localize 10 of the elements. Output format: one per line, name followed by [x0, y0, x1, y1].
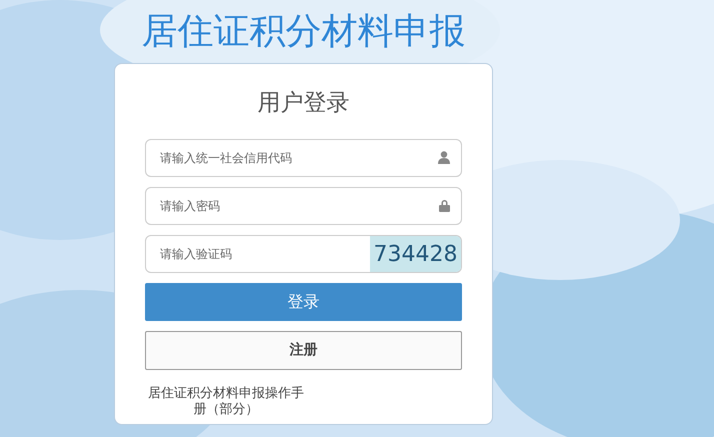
lock-icon	[439, 199, 450, 212]
password-field[interactable]: 请输入密码	[145, 187, 462, 226]
captcha-image[interactable]: 734428	[370, 236, 461, 272]
page-title: 居住证积分材料申报	[140, 12, 466, 52]
manual-link[interactable]: 居住证积分材料申报操作手册（部分）	[145, 386, 307, 419]
login-heading: 用户登录	[256, 90, 350, 118]
user-icon	[438, 151, 450, 164]
login-button[interactable]: 登录	[145, 283, 462, 322]
input-field[interactable]: 请输入统一社会信用代码	[145, 139, 462, 178]
register-button[interactable]: 注册	[145, 331, 462, 370]
